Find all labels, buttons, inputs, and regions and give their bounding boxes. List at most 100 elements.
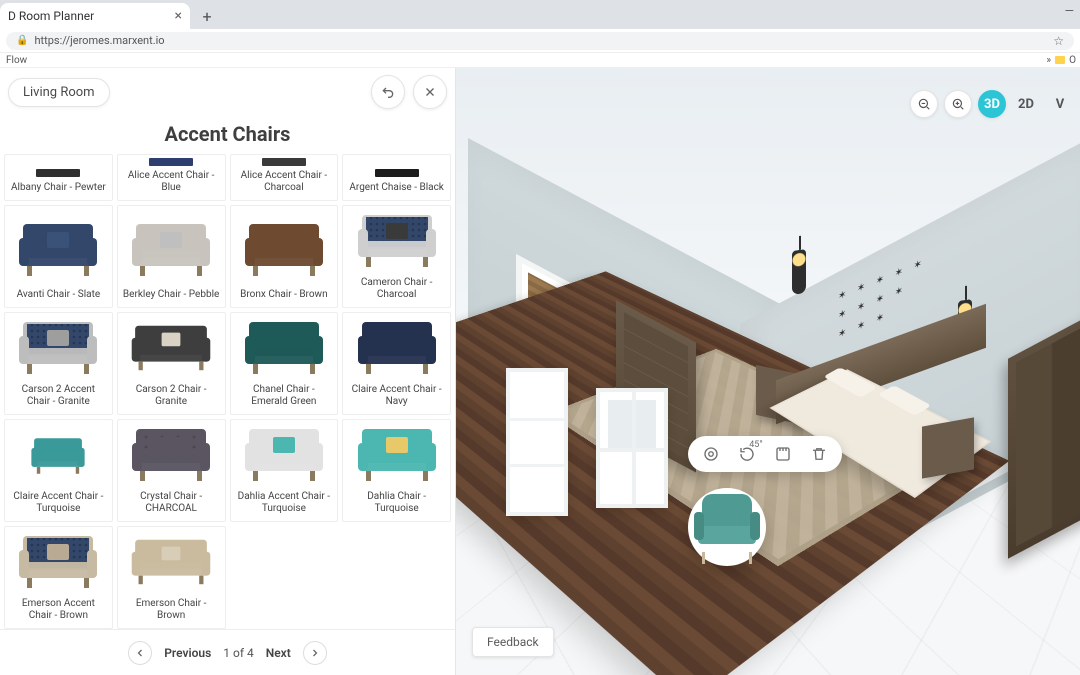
bookmark-bar: Flow » O bbox=[0, 52, 1080, 68]
zoom-out-button[interactable] bbox=[910, 90, 938, 118]
address-bar[interactable]: 🔒 https://jeromes.marxent.io ☆ bbox=[6, 32, 1074, 50]
viewport-3d[interactable]: 3D 2D V 45° Feedback bbox=[456, 68, 1080, 675]
product-card[interactable]: Bronx Chair - Brown bbox=[230, 205, 339, 308]
close-panel-button[interactable] bbox=[413, 75, 447, 109]
window-minimize-icon[interactable]: — bbox=[1065, 4, 1074, 18]
product-thumb bbox=[126, 316, 217, 380]
product-card[interactable]: Dahlia Chair - Turquoise bbox=[342, 419, 451, 522]
tab-close-icon[interactable]: × bbox=[175, 8, 182, 24]
wall-sconce-left[interactable] bbox=[792, 249, 806, 295]
new-tab-button[interactable]: + bbox=[196, 5, 218, 27]
product-label: Emerson Accent Chair - Brown bbox=[9, 598, 108, 622]
close-icon bbox=[423, 85, 437, 99]
trash-icon bbox=[810, 445, 828, 463]
product-thumb bbox=[13, 215, 104, 285]
product-label: Alice Accent Chair - Blue bbox=[122, 170, 221, 194]
browser-tab[interactable]: D Room Planner × bbox=[0, 3, 190, 29]
app-root: Living Room Accent Chairs Albany Chair -… bbox=[0, 68, 1080, 675]
undo-icon bbox=[380, 84, 396, 100]
chevron-left-icon bbox=[134, 647, 146, 659]
product-label: Carson 2 Accent Chair - Granite bbox=[9, 384, 108, 408]
category-title: Accent Chairs bbox=[0, 122, 455, 146]
object-hud: 45° bbox=[688, 436, 842, 472]
view-controls: 3D 2D V bbox=[910, 90, 1074, 118]
info-icon bbox=[702, 445, 720, 463]
product-card[interactable]: Claire Accent Chair - Navy bbox=[342, 312, 451, 415]
product-label: Claire Accent Chair - Navy bbox=[347, 384, 446, 408]
chevron-right-icon bbox=[309, 647, 321, 659]
zoom-in-icon bbox=[951, 97, 965, 111]
tab-title: D Room Planner bbox=[8, 9, 94, 23]
product-label: Dahlia Accent Chair - Turquoise bbox=[235, 491, 334, 515]
product-thumb bbox=[13, 316, 104, 380]
bookmark-overflow-icon[interactable]: » bbox=[1046, 55, 1051, 66]
product-label: Emerson Chair - Brown bbox=[122, 598, 221, 622]
page-state: 1 of 4 bbox=[223, 646, 253, 660]
next-label[interactable]: Next bbox=[266, 646, 291, 660]
product-label: Berkley Chair - Pebble bbox=[123, 289, 219, 301]
feedback-button[interactable]: Feedback bbox=[472, 627, 554, 657]
hud-rotate-degrees: 45° bbox=[749, 440, 762, 450]
product-thumb bbox=[238, 316, 329, 380]
product-thumb bbox=[238, 215, 329, 285]
screen-door[interactable] bbox=[506, 368, 568, 516]
next-page-button[interactable] bbox=[303, 641, 327, 665]
view-3d-toggle[interactable]: 3D bbox=[978, 90, 1006, 118]
product-card[interactable]: Albany Chair - Pewter bbox=[4, 154, 113, 201]
product-thumb bbox=[126, 530, 217, 594]
product-card[interactable]: Alice Accent Chair - Charcoal bbox=[230, 154, 339, 201]
product-card[interactable]: Avanti Chair - Slate bbox=[4, 205, 113, 308]
product-label: Albany Chair - Pewter bbox=[11, 182, 106, 194]
window[interactable] bbox=[596, 388, 668, 508]
zoom-in-button[interactable] bbox=[944, 90, 972, 118]
bookmark-overflow-label: O bbox=[1069, 55, 1076, 66]
product-card[interactable]: Alice Accent Chair - Blue bbox=[117, 154, 226, 201]
previous-page-button[interactable] bbox=[128, 641, 152, 665]
product-label: Carson 2 Chair - Granite bbox=[122, 384, 221, 408]
room-scene bbox=[456, 68, 1080, 675]
previous-label[interactable]: Previous bbox=[164, 646, 211, 660]
lock-icon: 🔒 bbox=[16, 35, 28, 46]
product-label: Bronx Chair - Brown bbox=[240, 289, 327, 301]
bookmark-star-icon[interactable]: ☆ bbox=[1053, 34, 1064, 48]
bookmark-item[interactable]: Flow bbox=[6, 55, 27, 66]
view-2d-toggle[interactable]: 2D bbox=[1012, 90, 1040, 118]
product-card[interactable]: Crystal Chair - CHARCOAL bbox=[117, 419, 226, 522]
hud-info-button[interactable] bbox=[700, 443, 722, 465]
product-label: Alice Accent Chair - Charcoal bbox=[235, 170, 334, 194]
product-card[interactable]: Emerson Accent Chair - Brown bbox=[4, 526, 113, 629]
product-card[interactable]: Claire Accent Chair - Turquoise bbox=[4, 419, 113, 522]
product-grid: Albany Chair - Pewter Alice Accent Chair… bbox=[0, 154, 455, 629]
undo-button[interactable] bbox=[371, 75, 405, 109]
product-card[interactable]: Dahlia Accent Chair - Turquoise bbox=[230, 419, 339, 522]
hud-rotate-button[interactable]: 45° bbox=[736, 443, 758, 465]
product-thumb bbox=[351, 423, 442, 487]
product-label: Crystal Chair - CHARCOAL bbox=[122, 491, 221, 515]
product-thumb bbox=[13, 530, 104, 594]
product-card[interactable]: Carson 2 Accent Chair - Granite bbox=[4, 312, 113, 415]
product-card[interactable]: Berkley Chair - Pebble bbox=[117, 205, 226, 308]
selected-accent-chair[interactable] bbox=[688, 488, 766, 566]
product-label: Dahlia Chair - Turquoise bbox=[347, 491, 446, 515]
address-row: 🔒 https://jeromes.marxent.io ☆ bbox=[0, 29, 1080, 52]
url-text: https://jeromes.marxent.io bbox=[34, 34, 164, 47]
product-card[interactable]: Emerson Chair - Brown bbox=[117, 526, 226, 629]
product-thumb bbox=[13, 168, 104, 178]
bookmark-folder-icon[interactable] bbox=[1055, 56, 1065, 64]
product-card[interactable]: Argent Chaise - Black bbox=[342, 154, 451, 201]
hud-dimensions-button[interactable] bbox=[772, 443, 794, 465]
product-label: Argent Chaise - Black bbox=[349, 182, 444, 194]
product-card[interactable]: Carson 2 Chair - Granite bbox=[117, 312, 226, 415]
product-thumb bbox=[126, 158, 217, 166]
hud-delete-button[interactable] bbox=[808, 443, 830, 465]
room-crumb[interactable]: Living Room bbox=[8, 78, 110, 107]
product-card[interactable]: Cameron Chair - Charcoal bbox=[342, 205, 451, 308]
product-thumb bbox=[351, 168, 442, 178]
ruler-icon bbox=[774, 445, 792, 463]
product-card[interactable]: Chanel Chair - Emerald Green bbox=[230, 312, 339, 415]
view-extra-toggle[interactable]: V bbox=[1046, 90, 1074, 118]
nightstand-right[interactable] bbox=[922, 417, 974, 478]
product-thumb bbox=[351, 316, 442, 380]
product-thumb bbox=[351, 209, 442, 273]
product-label: Claire Accent Chair - Turquoise bbox=[9, 491, 108, 515]
